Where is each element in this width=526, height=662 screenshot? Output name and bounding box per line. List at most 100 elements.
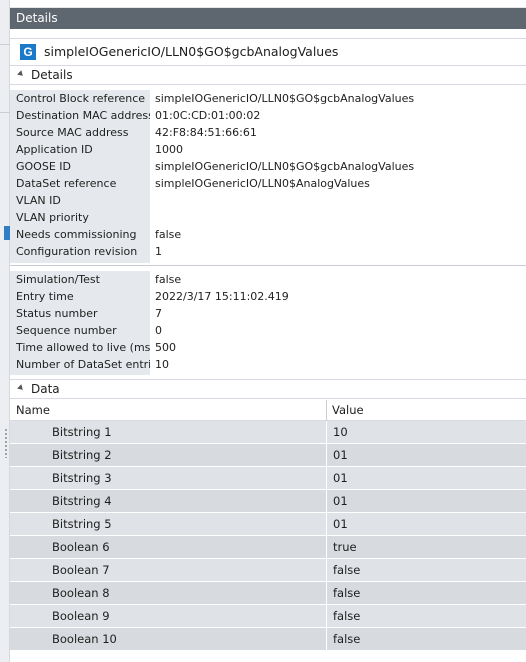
name-cell: Boolean 10 <box>10 628 326 650</box>
property-value: false <box>155 273 182 286</box>
property-value: 7 <box>155 307 162 320</box>
property-row[interactable]: Source MAC address 42:F8:84:51:66:61 <box>10 124 526 141</box>
property-label: Number of DataSet entries <box>16 358 150 371</box>
table-row[interactable]: Boolean 8 false <box>10 582 526 605</box>
top-border <box>10 0 526 8</box>
property-row[interactable]: VLAN priority <box>10 209 526 226</box>
column-divider[interactable] <box>326 400 327 421</box>
value-cell: false <box>327 605 526 627</box>
property-value: 1000 <box>155 143 183 156</box>
details-property-group: Control Block reference simpleIOGenericIO… <box>10 90 526 263</box>
name-cell: Bitstring 5 <box>10 513 326 535</box>
column-header-value[interactable]: Value <box>332 400 364 420</box>
property-value: false <box>155 228 182 241</box>
property-row[interactable]: Status number 7 <box>10 305 526 322</box>
property-value: simpleIOGenericIO/LLN0$GO$gcbAnalogValue… <box>155 92 415 105</box>
table-row[interactable]: Boolean 10 false <box>10 628 526 651</box>
column-header-name[interactable]: Name <box>16 400 50 420</box>
table-row[interactable]: Boolean 9 false <box>10 605 526 628</box>
resize-grip[interactable] <box>4 428 8 458</box>
panel-divider <box>0 44 10 45</box>
property-label: DataSet reference <box>16 177 117 190</box>
property-label: Time allowed to live (ms) <box>16 341 150 354</box>
table-row[interactable]: Bitstring 5 01 <box>10 513 526 536</box>
value-cell: false <box>327 559 526 581</box>
property-value: 42:F8:84:51:66:61 <box>155 126 257 139</box>
property-row[interactable]: Configuration revision 1 <box>10 243 526 260</box>
property-value: 10 <box>155 358 169 371</box>
value-cell: false <box>327 582 526 604</box>
property-value: 01:0C:CD:01:00:02 <box>155 109 261 122</box>
details-section-header[interactable]: Details <box>10 65 526 85</box>
name-cell: Bitstring 3 <box>10 467 326 489</box>
object-header: G simpleIOGenericIO/LLN0$GO$gcbAnalogVal… <box>10 38 526 64</box>
object-title: simpleIOGenericIO/LLN0$GO$gcbAnalogValue… <box>44 44 339 59</box>
property-value: simpleIOGenericIO/LLN0$AnalogValues <box>155 177 370 190</box>
property-row[interactable]: VLAN ID <box>10 192 526 209</box>
data-section-label: Data <box>31 382 60 396</box>
name-cell: Boolean 8 <box>10 582 326 604</box>
value-cell: 10 <box>327 421 526 443</box>
property-value: 500 <box>155 341 176 354</box>
goose-icon: G <box>20 43 36 60</box>
name-cell: Boolean 7 <box>10 559 326 581</box>
property-label: Sequence number <box>16 324 117 337</box>
property-row[interactable]: Control Block reference simpleIOGenericIO… <box>10 90 526 107</box>
property-row[interactable]: Destination MAC address 01:0C:CD:01:00:02 <box>10 107 526 124</box>
details-section-label: Details <box>31 68 73 82</box>
property-row[interactable]: Time allowed to live (ms) 500 <box>10 339 526 356</box>
property-label: Configuration revision <box>16 245 138 258</box>
property-label: VLAN priority <box>16 211 89 224</box>
table-row[interactable]: Bitstring 4 01 <box>10 490 526 513</box>
details-title-bar: Details <box>10 8 526 29</box>
name-cell: Boolean 9 <box>10 605 326 627</box>
table-row[interactable]: Bitstring 2 01 <box>10 444 526 467</box>
table-row[interactable]: Bitstring 3 01 <box>10 467 526 490</box>
property-label: Needs commissioning <box>16 228 137 241</box>
collapse-triangle-icon[interactable] <box>17 69 25 78</box>
value-cell: 01 <box>327 444 526 466</box>
property-row[interactable]: GOOSE ID simpleIOGenericIO/LLN0$GO$gcbAna… <box>10 158 526 175</box>
name-cell: Bitstring 4 <box>10 490 326 512</box>
data-grid: Name Value Bitstring 1 10 Bitstring 2 01 Bit… <box>10 400 526 662</box>
value-cell: true <box>327 536 526 558</box>
value-cell: 01 <box>327 490 526 512</box>
property-label: GOOSE ID <box>16 160 71 173</box>
value-cell: false <box>327 628 526 650</box>
grid-header: Name Value <box>10 400 526 421</box>
property-label: Simulation/Test <box>16 273 100 286</box>
property-value: 2022/3/17 15:11:02.419 <box>155 290 289 303</box>
property-row[interactable]: Simulation/Test false <box>10 271 526 288</box>
property-row[interactable]: Sequence number 0 <box>10 322 526 339</box>
name-cell: Bitstring 1 <box>10 421 326 443</box>
left-panel-edge <box>0 0 10 662</box>
window-title: Details <box>16 11 58 25</box>
grid-body: Bitstring 1 10 Bitstring 2 01 Bitstring 3 01 B… <box>10 421 526 651</box>
table-row[interactable]: Bitstring 1 10 <box>10 421 526 444</box>
table-row[interactable]: Boolean 6 true <box>10 536 526 559</box>
property-row[interactable]: Number of DataSet entries 10 <box>10 356 526 373</box>
property-label: Control Block reference <box>16 92 146 105</box>
property-value: 1 <box>155 245 162 258</box>
collapse-triangle-icon[interactable] <box>17 383 25 392</box>
property-row[interactable]: DataSet reference simpleIOGenericIO/LLN0$… <box>10 175 526 192</box>
property-label: Source MAC address <box>16 126 129 139</box>
property-label: Status number <box>16 307 98 320</box>
property-label: Application ID <box>16 143 93 156</box>
property-value: 0 <box>155 324 162 337</box>
data-section-header[interactable]: Data <box>10 379 526 399</box>
property-row[interactable]: Needs commissioning false <box>10 226 526 243</box>
name-cell: Bitstring 2 <box>10 444 326 466</box>
property-label: Entry time <box>16 290 74 303</box>
value-cell: 01 <box>327 467 526 489</box>
value-cell: 01 <box>327 513 526 535</box>
name-cell: Boolean 6 <box>10 536 326 558</box>
panel-divider <box>0 112 10 113</box>
property-value: simpleIOGenericIO/LLN0$GO$gcbAnalogValue… <box>155 160 415 173</box>
table-row[interactable]: Boolean 7 false <box>10 559 526 582</box>
property-row[interactable]: Application ID 1000 <box>10 141 526 158</box>
property-row[interactable]: Entry time 2022/3/17 15:11:02.419 <box>10 288 526 305</box>
status-property-group: Simulation/Test false Entry time 2022/3/17 … <box>10 271 526 375</box>
property-label: Destination MAC address <box>16 109 150 122</box>
property-label: VLAN ID <box>16 194 61 207</box>
